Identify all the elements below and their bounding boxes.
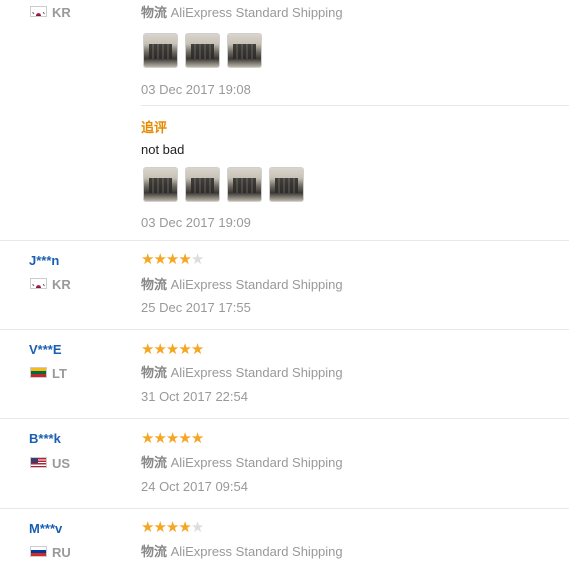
- star-filled-icon: ★: [178, 251, 191, 268]
- star-filled-icon: ★: [165, 341, 179, 358]
- country-code: LT: [52, 366, 67, 381]
- divider: [0, 508, 569, 509]
- followup-photo[interactable]: [185, 167, 220, 202]
- shipping-label: 物流: [141, 5, 168, 20]
- star-filled-icon: ★: [153, 519, 166, 536]
- followup-title: 追评: [141, 120, 168, 135]
- star-empty-icon: ★: [190, 519, 204, 536]
- star-filled-icon: ★: [141, 251, 154, 268]
- divider: [0, 329, 569, 330]
- followup-photo[interactable]: [227, 167, 262, 202]
- reviewer-name[interactable]: J***n: [29, 253, 59, 268]
- shipping-method: AliExpress Standard Shipping: [170, 365, 343, 380]
- review-photo[interactable]: [185, 33, 220, 68]
- star-rating: ★★★★★: [141, 251, 204, 268]
- shipping-method: AliExpress Standard Shipping: [170, 455, 343, 470]
- review-date: 31 Oct 2017 22:54: [141, 389, 248, 404]
- review-photo[interactable]: [143, 33, 178, 68]
- shipping-info: 物流 AliExpress Standard Shipping: [141, 541, 343, 560]
- reviewer-name[interactable]: V***E: [29, 342, 62, 357]
- country-code: KR: [52, 277, 71, 292]
- star-filled-icon: ★: [165, 430, 179, 447]
- flag-kr-icon: [30, 278, 47, 289]
- flag-ru-icon: [30, 546, 47, 557]
- followup-photo[interactable]: [269, 167, 304, 202]
- shipping-label: 物流: [141, 455, 168, 470]
- star-filled-icon: ★: [178, 430, 191, 447]
- star-filled-icon: ★: [190, 430, 204, 447]
- flag-lt-icon: [30, 367, 47, 378]
- star-filled-icon: ★: [190, 341, 204, 358]
- flag-us-icon: [30, 457, 47, 468]
- star-filled-icon: ★: [178, 341, 191, 358]
- country-code: KR: [52, 5, 71, 20]
- divider: [141, 105, 569, 106]
- flag-kr-icon: [30, 6, 47, 17]
- star-filled-icon: ★: [141, 430, 154, 447]
- divider: [0, 418, 569, 419]
- star-filled-icon: ★: [165, 519, 179, 536]
- country-code: US: [52, 456, 71, 471]
- shipping-method: AliExpress Standard Shipping: [170, 544, 343, 559]
- shipping-info: 物流 AliExpress Standard Shipping: [141, 362, 343, 381]
- star-filled-icon: ★: [153, 251, 166, 268]
- shipping-info: 物流 AliExpress Standard Shipping: [141, 2, 343, 21]
- review-date: 25 Dec 2017 17:55: [141, 300, 251, 315]
- review-date: 24 Oct 2017 09:54: [141, 479, 248, 494]
- country-code: RU: [52, 545, 71, 560]
- shipping-method: AliExpress Standard Shipping: [170, 5, 343, 20]
- reviewer-name[interactable]: M***v: [29, 521, 62, 536]
- star-rating: ★★★★★: [141, 519, 204, 536]
- star-filled-icon: ★: [141, 341, 154, 358]
- star-rating: ★★★★★: [141, 341, 204, 358]
- star-empty-icon: ★: [190, 251, 204, 268]
- shipping-label: 物流: [141, 544, 168, 559]
- star-filled-icon: ★: [153, 430, 166, 447]
- star-filled-icon: ★: [165, 251, 179, 268]
- star-filled-icon: ★: [153, 341, 166, 358]
- followup-text: not bad: [141, 142, 185, 157]
- reviewer-name[interactable]: B***k: [29, 431, 61, 446]
- shipping-label: 物流: [141, 277, 168, 292]
- shipping-method: AliExpress Standard Shipping: [170, 277, 343, 292]
- review-date: 03 Dec 2017 19:08: [141, 82, 251, 97]
- review-photo[interactable]: [227, 33, 262, 68]
- shipping-info: 物流 AliExpress Standard Shipping: [141, 452, 343, 471]
- followup-photo[interactable]: [143, 167, 178, 202]
- star-rating: ★★★★★: [141, 430, 204, 447]
- star-filled-icon: ★: [141, 519, 154, 536]
- shipping-info: 物流 AliExpress Standard Shipping: [141, 274, 343, 293]
- star-filled-icon: ★: [178, 519, 191, 536]
- followup-date: 03 Dec 2017 19:09: [141, 215, 251, 230]
- divider: [0, 240, 569, 241]
- shipping-label: 物流: [141, 365, 168, 380]
